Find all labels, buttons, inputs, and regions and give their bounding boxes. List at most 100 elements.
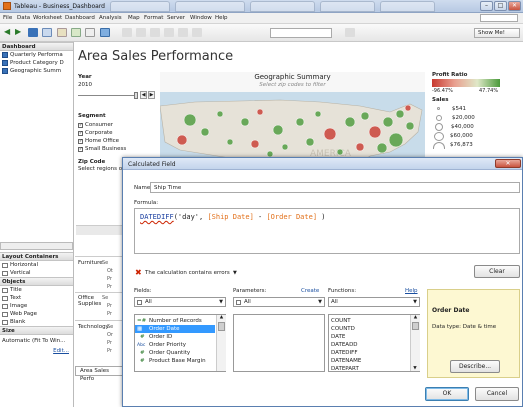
error-dropdown-icon[interactable]: ▼ bbox=[233, 270, 237, 276]
sheet-item[interactable]: Product Category D bbox=[0, 59, 73, 67]
map-bubble[interactable] bbox=[250, 139, 260, 149]
group-icon[interactable] bbox=[150, 28, 160, 37]
size-dropdown[interactable]: Automatic (Fit To Win... bbox=[0, 335, 73, 347]
field-item[interactable]: # Order ID bbox=[135, 333, 215, 341]
help-link[interactable]: Help bbox=[405, 288, 418, 294]
name-input[interactable]: Ship Time bbox=[150, 182, 520, 193]
fields-scrollbar[interactable]: ▲ bbox=[216, 315, 226, 371]
layout-vertical-item[interactable]: Vertical bbox=[0, 269, 73, 277]
functions-scrollbar[interactable]: ▲ ▼ bbox=[410, 315, 420, 371]
scroll-thumb[interactable] bbox=[218, 322, 225, 331]
map-bubble[interactable] bbox=[395, 109, 405, 119]
map-bubble[interactable] bbox=[314, 110, 322, 118]
sort-descending-icon[interactable] bbox=[136, 28, 146, 37]
map-bubble[interactable] bbox=[355, 142, 365, 152]
map-bubble[interactable] bbox=[344, 116, 356, 128]
sheet-item[interactable]: Geographic Summ bbox=[0, 67, 73, 75]
segment-consumer-checkbox[interactable]: ✓ Consumer bbox=[75, 121, 159, 129]
new-sheet-icon[interactable] bbox=[57, 28, 67, 37]
size-edit-link[interactable]: Edit... bbox=[0, 347, 73, 355]
formula-editor[interactable]: DATEDIFF('day', [Ship Date] - [Order Dat… bbox=[134, 208, 520, 254]
function-item[interactable]: COUNTD bbox=[329, 325, 409, 333]
scroll-up-icon[interactable]: ▲ bbox=[411, 315, 420, 320]
show-me-button[interactable]: Show Me! bbox=[474, 28, 520, 38]
clear-button[interactable]: Clear bbox=[474, 265, 520, 278]
map-bubble[interactable] bbox=[323, 127, 337, 141]
layout-horizontal-item[interactable]: Horizontal bbox=[0, 261, 73, 269]
map-bubble[interactable] bbox=[404, 104, 412, 112]
map-bubble[interactable] bbox=[226, 138, 234, 146]
field-item-selected[interactable]: ▦ Order Date bbox=[135, 325, 215, 333]
map-bubble[interactable] bbox=[368, 125, 382, 139]
menu-window[interactable]: Window bbox=[190, 15, 212, 21]
error-message[interactable]: The calculation contains errors bbox=[145, 270, 230, 276]
map-bubble[interactable] bbox=[183, 113, 197, 127]
scroll-up-icon[interactable]: ▲ bbox=[217, 315, 226, 320]
highlight-icon[interactable] bbox=[164, 28, 174, 37]
object-text-item[interactable]: Text bbox=[0, 294, 73, 302]
object-blank-item[interactable]: Blank bbox=[0, 318, 73, 326]
menu-help[interactable]: Help bbox=[215, 15, 228, 21]
menu-file[interactable]: File bbox=[3, 15, 12, 21]
new-datasource-icon[interactable] bbox=[42, 28, 52, 37]
forward-icon[interactable]: ▶ bbox=[15, 28, 25, 37]
slider-handle[interactable] bbox=[134, 92, 138, 99]
menu-dashboard[interactable]: Dashboard bbox=[65, 15, 95, 21]
describe-button[interactable]: Describe... bbox=[450, 360, 500, 373]
function-item[interactable]: COUNT bbox=[329, 317, 409, 325]
map-bubble[interactable] bbox=[240, 117, 250, 127]
sheet-item[interactable]: Quarterly Performa bbox=[0, 51, 73, 59]
parameters-list[interactable] bbox=[233, 314, 325, 372]
menu-data[interactable]: Data bbox=[17, 15, 30, 21]
sheet-tab[interactable]: Area Sales Perfo bbox=[75, 366, 125, 382]
map-bubble[interactable] bbox=[216, 110, 224, 118]
map-bubble[interactable] bbox=[405, 121, 415, 131]
field-item[interactable]: # Product Base Margin bbox=[135, 357, 215, 365]
function-item[interactable]: DATEPART bbox=[329, 365, 409, 373]
ok-button[interactable]: OK bbox=[425, 387, 469, 401]
field-item[interactable]: =# Number of Records bbox=[135, 317, 215, 325]
map-bubble[interactable] bbox=[200, 127, 210, 137]
map-bubble[interactable] bbox=[388, 132, 404, 148]
parameters-filter-dropdown[interactable]: All ▼ bbox=[233, 297, 325, 307]
close-button[interactable]: ✕ bbox=[508, 1, 521, 11]
map-bubble[interactable] bbox=[281, 143, 289, 151]
checkbox-checked[interactable]: ✓ bbox=[78, 122, 83, 128]
map-bubble[interactable] bbox=[256, 108, 264, 116]
slider-prev-icon[interactable]: ◀ bbox=[140, 91, 147, 99]
functions-filter-dropdown[interactable]: All ▼ bbox=[328, 297, 420, 307]
cancel-button[interactable]: Cancel bbox=[475, 387, 519, 401]
maximize-button[interactable]: □ bbox=[494, 1, 507, 11]
field-item[interactable]: # Order Quantity bbox=[135, 349, 215, 357]
map-bubble[interactable] bbox=[272, 124, 284, 136]
object-image-item[interactable]: Image bbox=[0, 302, 73, 310]
create-parameter-link[interactable]: Create bbox=[301, 288, 319, 294]
duplicate-icon[interactable] bbox=[85, 28, 95, 37]
checkbox-checked[interactable]: ✓ bbox=[78, 138, 83, 144]
menu-map[interactable]: Map bbox=[128, 15, 140, 21]
map-bubble[interactable] bbox=[336, 148, 344, 156]
sort-ascending-icon[interactable] bbox=[122, 28, 132, 37]
function-item[interactable]: DATENAME bbox=[329, 357, 409, 365]
slider-next-icon[interactable]: ▶ bbox=[148, 91, 155, 99]
pencil-icon[interactable] bbox=[345, 28, 355, 37]
back-icon[interactable]: ◀ bbox=[4, 28, 14, 37]
swap-icon[interactable] bbox=[100, 28, 110, 37]
function-item[interactable]: DATEDIFF bbox=[329, 349, 409, 357]
map-canvas[interactable]: AMERICA bbox=[160, 92, 425, 167]
save-icon[interactable] bbox=[28, 28, 38, 37]
map-bubble[interactable] bbox=[305, 137, 315, 147]
labels-icon[interactable] bbox=[178, 28, 188, 37]
map-bubble[interactable] bbox=[176, 134, 188, 146]
segment-homeoffice-checkbox[interactable]: ✓ Home Office bbox=[75, 137, 159, 145]
dialog-close-button[interactable]: ✕ bbox=[495, 159, 521, 168]
map-bubble[interactable] bbox=[382, 116, 394, 128]
new-dashboard-icon[interactable] bbox=[71, 28, 81, 37]
menu-format[interactable]: Format bbox=[144, 15, 163, 21]
minimize-button[interactable]: – bbox=[480, 1, 493, 11]
map-bubble[interactable] bbox=[360, 111, 370, 121]
functions-list[interactable]: COUNT COUNTD DATE DATEADD DATEDIFF DATEN… bbox=[328, 314, 420, 372]
menu-analysis[interactable]: Analysis bbox=[99, 15, 122, 21]
horizontal-scrollbar[interactable] bbox=[0, 242, 73, 250]
map-bubble[interactable] bbox=[376, 142, 388, 154]
